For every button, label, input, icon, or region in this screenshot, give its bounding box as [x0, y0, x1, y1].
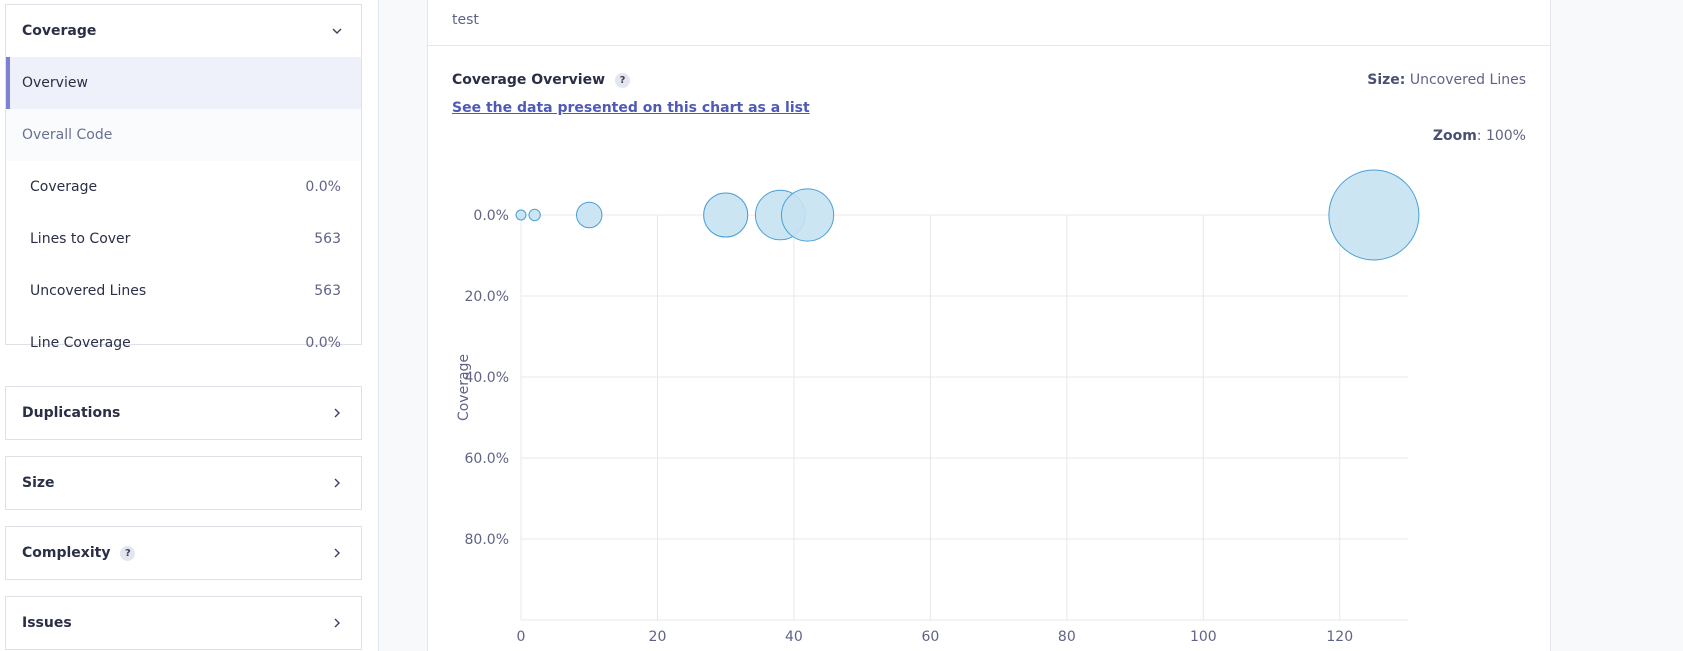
coverage-panel-title: Coverage: [22, 23, 97, 39]
metric-lines-to-cover[interactable]: Lines to Cover 563: [6, 213, 361, 265]
x-tick-label: 60: [921, 629, 939, 645]
size-panel-title: Size: [22, 475, 55, 491]
chevron-right-icon: [334, 478, 340, 488]
y-tick-label: 80.0%: [465, 532, 509, 548]
metric-label: Coverage: [30, 179, 98, 195]
bubble-point[interactable]: [576, 201, 603, 229]
chevron-right-icon: [334, 618, 340, 628]
y-tick-label: 0.0%: [473, 208, 509, 224]
y-tick-label: 60.0%: [465, 451, 509, 467]
x-tick-label: 0: [517, 629, 526, 645]
metric-value: 0.0%: [305, 179, 341, 195]
metric-coverage[interactable]: Coverage 0.0%: [6, 161, 361, 213]
coverage-panel: Coverage Overview Overall Code Coverage …: [5, 4, 362, 351]
bubble-point[interactable]: [703, 192, 749, 238]
bubble-point[interactable]: [528, 208, 541, 222]
overall-code-label: Overall Code: [6, 109, 361, 161]
x-tick-label: 80: [1058, 629, 1076, 645]
metric-value: 563: [314, 283, 341, 299]
chevron-down-icon: [332, 28, 342, 34]
complexity-panel-header[interactable]: Complexity ?: [6, 527, 361, 579]
issues-panel-header[interactable]: Issues: [6, 597, 361, 649]
sidebar-item-overview[interactable]: Overview: [6, 57, 361, 109]
bubble-chart[interactable]: 0.0%20.0%40.0%60.0%80.0%0 20 40 60 80 100 120C…: [428, 0, 1550, 651]
chevron-right-icon: [334, 408, 340, 418]
metric-label: Uncovered Lines: [30, 283, 147, 299]
y-tick-label: 20.0%: [465, 289, 509, 305]
size-panel[interactable]: Size: [5, 456, 362, 510]
metric-value: 0.0%: [305, 335, 341, 351]
complexity-panel-title: Complexity ?: [22, 545, 136, 561]
complexity-panel[interactable]: Complexity ?: [5, 526, 362, 580]
duplications-panel[interactable]: Duplications: [5, 386, 362, 440]
main-content: test Coverage Overview ? See the data pr…: [427, 0, 1551, 651]
chevron-right-icon: [334, 548, 340, 558]
bubble-point[interactable]: [780, 188, 835, 242]
bubble-point[interactable]: [515, 209, 527, 221]
metric-uncovered-lines[interactable]: Uncovered Lines 563: [6, 265, 361, 317]
duplications-panel-header[interactable]: Duplications: [6, 387, 361, 439]
metric-label: Line Coverage: [30, 335, 131, 351]
complexity-label: Complexity: [22, 545, 111, 561]
duplications-panel-title: Duplications: [22, 405, 121, 421]
size-panel-header[interactable]: Size: [6, 457, 361, 509]
issues-panel-title: Issues: [22, 615, 72, 631]
help-icon[interactable]: ?: [120, 545, 136, 561]
sidebar: Coverage Overview Overall Code Coverage …: [0, 0, 379, 651]
metric-label: Lines to Cover: [30, 231, 131, 247]
y-axis-label: Coverage: [456, 354, 472, 421]
coverage-panel-header[interactable]: Coverage: [6, 5, 361, 57]
bubble-point[interactable]: [1328, 169, 1420, 261]
x-tick-label: 100: [1190, 629, 1217, 645]
issues-panel[interactable]: Issues: [5, 596, 362, 650]
x-tick-label: 120: [1326, 629, 1353, 645]
x-tick-label: 40: [785, 629, 803, 645]
metric-line-coverage[interactable]: Line Coverage 0.0%: [6, 317, 361, 369]
x-tick-label: 20: [649, 629, 667, 645]
metric-value: 563: [314, 231, 341, 247]
